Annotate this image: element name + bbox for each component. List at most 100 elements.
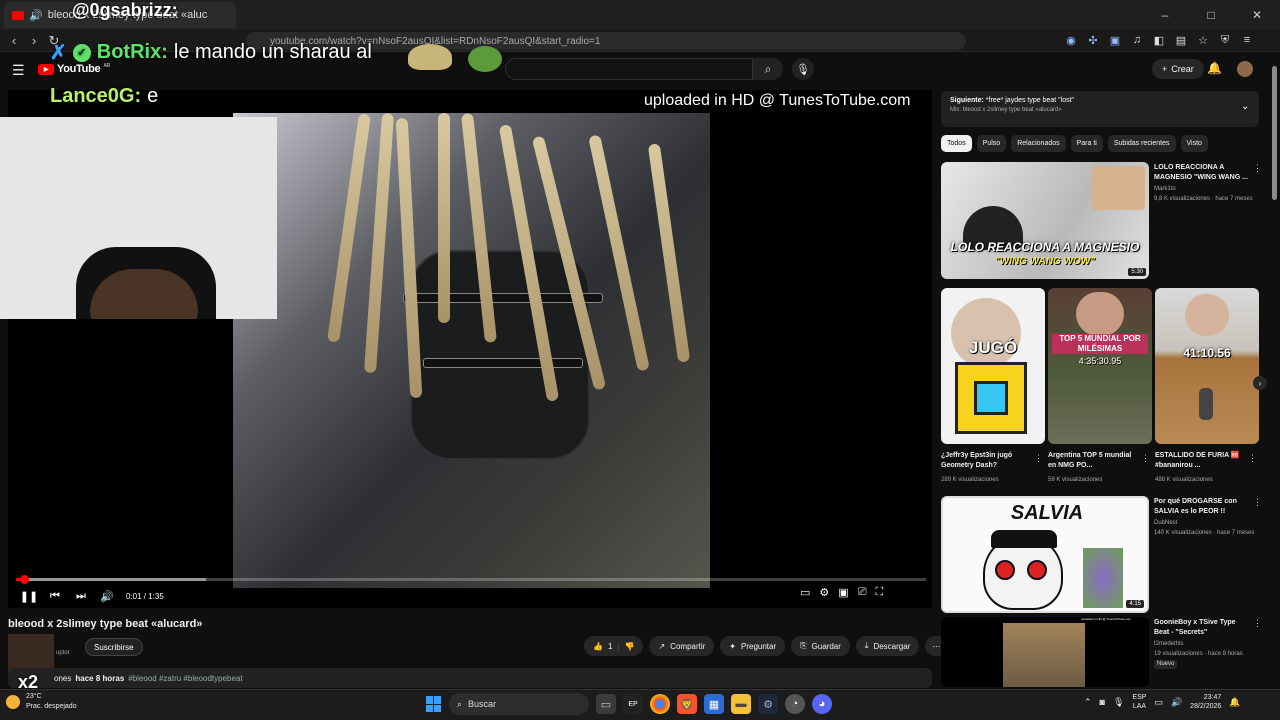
chip-pulso[interactable]: Pulso [976,135,1007,152]
more-options-icon[interactable]: ⋮ [1253,163,1262,174]
file-explorer-icon[interactable]: ▬ [731,694,751,714]
more-options-icon[interactable]: ⋮ [1253,497,1262,508]
video-item-title[interactable]: GoonieBoy x TSive Type Beat - "Secrets" [1154,618,1250,638]
hamburger-menu-icon[interactable]: ☰ [12,62,25,79]
speaker-icon[interactable]: 🔊 [29,9,43,22]
epic-games-icon[interactable]: EP [623,694,643,714]
chip-para-ti[interactable]: Para ti [1070,135,1103,152]
video-item-channel[interactable]: DubNest [1154,519,1177,528]
maximize-button[interactable]: □ [1188,0,1234,30]
network-icon[interactable]: ▭ [1154,697,1163,708]
steam-icon[interactable]: ⚙ [758,694,778,714]
volume-icon[interactable]: 🔊 [94,590,120,603]
search-input[interactable] [505,58,753,80]
description-box[interactable]: ones hace 8 horas #bleood #zatru #bleood… [8,668,932,688]
account-avatar[interactable] [1237,61,1253,77]
cap-graphic [991,530,1057,548]
short-title[interactable]: ¿Jeffr3y Epst3in jugó Geometry Dash? [941,451,1033,471]
shorts-next-icon[interactable]: › [1253,376,1267,390]
miniplayer-icon[interactable]: ▣ [838,586,848,599]
verified-icon: ✓ [72,43,91,62]
save-button[interactable]: ⎘ Guardar [791,636,850,656]
microphone-icon[interactable]: 🎙 [792,58,814,80]
short-thumbnail[interactable]: TOP 5 MUNDIAL POR MILÉSIMAS 4:35:30.95 [1048,288,1152,444]
subtitles-icon[interactable]: ▭ [800,586,810,599]
more-options-icon[interactable]: ⋮ [1034,453,1043,464]
extension-icon[interactable]: ◉ [1064,33,1078,47]
language-indicator[interactable]: ESP LAA [1132,693,1146,711]
short-thumbnail[interactable]: 41:10.56 [1155,288,1259,444]
notifications-bell-icon[interactable]: 🔔 [1207,61,1222,75]
store-icon[interactable]: ▦ [704,694,724,714]
music-icon[interactable]: ♫ [1130,33,1144,47]
lang-line2: LAA [1132,703,1147,710]
next-up-panel[interactable]: Siguiente: *free* jaydes type beat "lost… [941,91,1259,127]
more-options-icon[interactable]: ⋮ [1141,453,1150,464]
mic-tray-icon[interactable]: 🎙 [1113,697,1124,708]
create-label: Crear [1171,64,1194,74]
search-icon[interactable]: ⌕ [753,58,783,80]
volume-tray-icon[interactable]: 🔊 [1171,697,1182,708]
clock[interactable]: 23:47 28/2/2026 [1190,693,1221,711]
short-thumbnail[interactable]: JUGÓ [941,288,1045,444]
app-icon[interactable]: ◔ [785,694,805,714]
video-actions: 👍 1 | 👎 ↗ Compartir ✦ Preguntar ⎘ Guarda… [584,636,948,656]
more-options-icon[interactable]: ⋮ [1253,618,1262,629]
fullscreen-icon[interactable]: ⛶ [876,586,884,599]
scrollbar-thumb[interactable] [1272,66,1277,200]
video-item-channel[interactable]: t2medethis [1154,640,1183,649]
puzzle-icon[interactable]: ✣ [1086,33,1100,47]
weather-widget[interactable]: 23°C Prac. despejado [6,692,77,712]
download-button[interactable]: ⤓ Descargar [855,636,920,656]
video-thumbnail[interactable]: LOLO REACCIONA A MAGNESIO "WING WANG WOW… [941,162,1149,279]
video-item-title[interactable]: Por qué DROGARSE con SALVIA es lo PEOR !… [1154,497,1252,517]
notifications-icon[interactable]: 🔔 [1229,697,1240,708]
chrome-icon[interactable] [650,694,670,714]
taskbar-search[interactable]: ⌕ Buscar [449,693,589,715]
star-icon[interactable]: ☆ [1196,33,1210,47]
task-view-icon[interactable]: ▭ [596,694,616,714]
video-item-title[interactable]: LOLO REACCIONA A MAGNESIO "WING WANG ... [1154,163,1250,183]
short-title[interactable]: Argentina TOP 5 mundial en NMG PO... [1048,451,1140,471]
create-button[interactable]: + Crear [1152,59,1204,79]
forward-icon[interactable]: › [24,31,44,51]
sidebar-icon[interactable]: ▣ [1108,33,1122,47]
video-thumbnail[interactable]: uploaded in HD @ TunesToTube.com [941,617,1149,687]
back-icon[interactable]: ‹ [4,31,24,51]
chat-username: BotRix: [96,41,168,63]
settings-icon[interactable]: ⚙ [819,586,829,599]
minimize-button[interactable]: – [1142,0,1188,30]
chip-visto[interactable]: Visto [1180,135,1208,152]
pause-icon[interactable]: ❚❚ [16,590,42,603]
discord-icon[interactable]: ◕ [812,694,832,714]
shield-icon[interactable]: ⛨ [1218,33,1232,47]
share-button[interactable]: ↗ Compartir [649,636,715,656]
subscribe-button[interactable]: Suscribirse [85,638,143,656]
thumbs-down-icon[interactable]: 👎 [625,642,635,651]
split-view-icon[interactable]: ◧ [1152,33,1166,47]
ask-button[interactable]: ✦ Preguntar [720,636,786,656]
like-button[interactable]: 👍 1 | 👎 [584,636,644,656]
chip-relacionados[interactable]: Relacionados [1011,135,1066,152]
previous-icon[interactable]: ⏮ [42,590,68,603]
chip-subidas-recientes[interactable]: Subidas recientes [1107,135,1176,152]
brave-icon[interactable]: 🦁 [677,694,697,714]
thumb-caption: SALVIA [1010,502,1084,524]
chip-todos[interactable]: Todos [941,135,972,152]
browser-menu-icon[interactable]: ≡ [1240,33,1254,47]
tray-app-icon[interactable]: ◙ [1100,697,1105,707]
wallet-icon[interactable]: ▤ [1174,33,1188,47]
chevron-up-icon[interactable]: ⌃ [1084,697,1092,708]
close-button[interactable]: ✕ [1234,0,1280,30]
video-thumbnail[interactable]: SALVIA 4:15 [941,496,1149,613]
chevron-down-icon[interactable]: ⌄ [1241,101,1249,112]
video-item-channel[interactable]: Mark1to [1154,185,1176,194]
next-icon[interactable]: ⏭ [68,590,94,603]
more-options-icon[interactable]: ⋮ [1248,453,1257,464]
scrubber-handle[interactable] [20,575,29,584]
cast-icon[interactable]: ⎚ [858,586,867,599]
windows-start-icon[interactable] [426,696,442,712]
desc-tags[interactable]: #bleood #zatru #bleoodtypebeat [128,674,242,683]
short-title[interactable]: ESTALLIDO DE FURIA 🆘 #bananirou ... [1155,451,1247,471]
divider: | [617,641,620,651]
